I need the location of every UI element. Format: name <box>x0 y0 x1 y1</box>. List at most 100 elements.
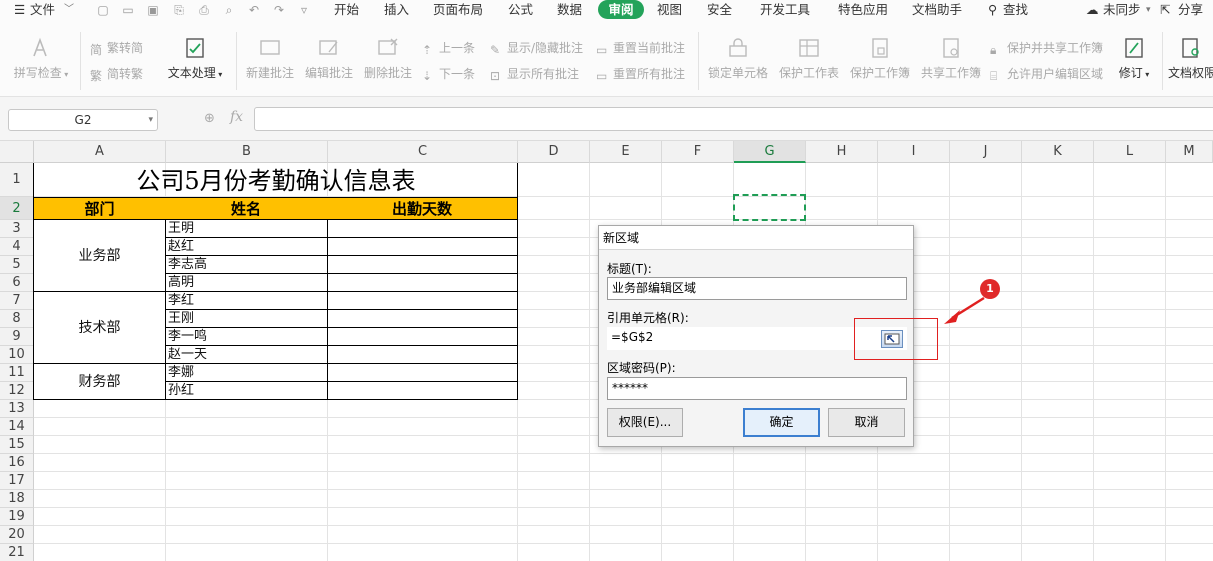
column-header-k[interactable]: K <box>1022 141 1094 163</box>
row-header-11[interactable]: 11 <box>0 364 34 382</box>
menu-file[interactable]: 文件 <box>30 2 55 18</box>
row-header-8[interactable]: 8 <box>0 310 34 328</box>
name-cell[interactable]: 王刚 <box>166 310 328 328</box>
tab-special[interactable]: 特色应用 <box>838 2 888 18</box>
name-cell[interactable]: 孙红 <box>166 382 328 400</box>
row-header-19[interactable]: 19 <box>0 508 34 526</box>
prev-comment-button[interactable]: ⇡ 上一条 <box>422 40 475 57</box>
department-cell[interactable]: 技术部 <box>34 292 166 364</box>
tab-developer[interactable]: 开发工具 <box>760 2 810 18</box>
customize-icon[interactable]: ▿ <box>297 3 311 17</box>
revise-button[interactable]: 修订 ▾ <box>1114 36 1154 81</box>
row-header-16[interactable]: 16 <box>0 454 34 472</box>
column-header-f[interactable]: F <box>662 141 734 163</box>
attendance-days-cell[interactable] <box>328 220 518 238</box>
department-cell[interactable]: 业务部 <box>34 220 166 292</box>
column-header-d[interactable]: D <box>518 141 590 163</box>
row-header-5[interactable]: 5 <box>0 256 34 274</box>
row-header-12[interactable]: 12 <box>0 382 34 400</box>
share-button[interactable]: 分享 <box>1178 2 1203 18</box>
selected-cell-g2[interactable] <box>733 194 806 221</box>
row-header-10[interactable]: 10 <box>0 346 34 364</box>
export-icon[interactable]: ⎘ <box>172 3 186 17</box>
row-header-3[interactable]: 3 <box>0 220 34 238</box>
attendance-days-cell[interactable] <box>328 382 518 400</box>
column-header-b[interactable]: B <box>166 141 328 163</box>
tab-page-layout[interactable]: 页面布局 <box>433 2 483 18</box>
header-attendance-days[interactable]: 出勤天数 <box>327 197 518 220</box>
tab-security[interactable]: 安全 <box>707 2 732 18</box>
delete-comment-button[interactable]: 删除批注 <box>361 36 415 81</box>
select-all-corner[interactable] <box>0 141 34 163</box>
sync-chevron-icon[interactable]: ▾ <box>1146 2 1151 18</box>
attendance-days-cell[interactable] <box>328 346 518 364</box>
show-hide-comment-button[interactable]: ✎ 显示/隐藏批注 <box>490 40 583 57</box>
name-box-dropdown-icon[interactable]: ▾ <box>148 110 153 130</box>
name-cell[interactable]: 王明 <box>166 220 328 238</box>
tab-review[interactable]: 审阅 <box>598 0 644 19</box>
row-header-17[interactable]: 17 <box>0 472 34 490</box>
attendance-days-cell[interactable] <box>328 256 518 274</box>
cancel-button[interactable]: 取消 <box>828 408 905 437</box>
row-header-1[interactable]: 1 <box>0 163 34 197</box>
tab-insert[interactable]: 插入 <box>384 2 409 18</box>
trad-to-simp-button[interactable]: 简繁转简 <box>90 40 143 57</box>
next-comment-button[interactable]: ⇣ 下一条 <box>422 66 475 83</box>
open-icon[interactable]: ▭ <box>121 3 135 17</box>
name-box[interactable]: G2 ▾ <box>8 109 158 131</box>
attendance-days-cell[interactable] <box>328 292 518 310</box>
column-header-i[interactable]: I <box>878 141 950 163</box>
row-header-21[interactable]: 21 <box>0 544 34 561</box>
new-comment-button[interactable]: 新建批注 <box>243 36 297 81</box>
sync-status[interactable]: 未同步 <box>1103 2 1141 18</box>
tab-view[interactable]: 视图 <box>657 2 682 18</box>
column-header-l[interactable]: L <box>1094 141 1166 163</box>
formula-input[interactable] <box>254 107 1213 131</box>
header-name[interactable]: 姓名 <box>165 197 328 220</box>
name-cell[interactable]: 李红 <box>166 292 328 310</box>
protect-share-workbook-button[interactable]: 🔒︎ 保护并共享工作簿 <box>990 40 1103 57</box>
row-header-15[interactable]: 15 <box>0 436 34 454</box>
name-cell[interactable]: 高明 <box>166 274 328 292</box>
attendance-days-cell[interactable] <box>328 328 518 346</box>
column-header-g[interactable]: G <box>734 141 806 163</box>
row-header-4[interactable]: 4 <box>0 238 34 256</box>
tab-home[interactable]: 开始 <box>334 2 359 18</box>
protect-sheet-button[interactable]: 保护工作表 <box>775 36 843 81</box>
reset-all-comments-button[interactable]: ▭ 重置所有批注 <box>596 66 685 83</box>
attendance-days-cell[interactable] <box>328 238 518 256</box>
department-cell[interactable]: 财务部 <box>34 364 166 400</box>
ok-button[interactable]: 确定 <box>743 408 820 437</box>
hamburger-icon[interactable]: ☰ <box>14 2 25 18</box>
column-header-m[interactable]: M <box>1166 141 1213 163</box>
row-header-20[interactable]: 20 <box>0 526 34 544</box>
row-header-14[interactable]: 14 <box>0 418 34 436</box>
attendance-days-cell[interactable] <box>328 364 518 382</box>
name-cell[interactable]: 赵红 <box>166 238 328 256</box>
search-icon[interactable]: ⚲ <box>988 2 997 18</box>
title-field[interactable]: 业务部编辑区域 <box>607 277 907 300</box>
tab-formulas[interactable]: 公式 <box>508 2 533 18</box>
column-header-j[interactable]: J <box>950 141 1022 163</box>
print-preview-icon[interactable]: ⌕ <box>222 3 236 17</box>
allow-user-edit-button[interactable]: ⌸ 允许用户编辑区域 <box>990 66 1103 83</box>
attendance-days-cell[interactable] <box>328 310 518 328</box>
simp-to-trad-button[interactable]: 繁简转繁 <box>90 66 143 83</box>
row-header-2[interactable]: 2 <box>0 197 34 220</box>
name-cell[interactable]: 李志高 <box>166 256 328 274</box>
name-cell[interactable]: 李娜 <box>166 364 328 382</box>
column-header-a[interactable]: A <box>34 141 166 163</box>
protect-workbook-button[interactable]: 保护工作簿 <box>846 36 914 81</box>
new-doc-icon[interactable]: ▢ <box>96 3 110 17</box>
print-icon[interactable]: ⎙ <box>197 3 211 17</box>
row-header-7[interactable]: 7 <box>0 292 34 310</box>
column-header-e[interactable]: E <box>590 141 662 163</box>
name-cell[interactable]: 赵一天 <box>166 346 328 364</box>
permission-button[interactable]: 权限(E)... <box>607 408 683 437</box>
lock-cell-button[interactable]: 锁定单元格 <box>704 36 772 81</box>
show-all-comments-button[interactable]: ⊡ 显示所有批注 <box>490 66 579 83</box>
password-field[interactable]: ****** <box>607 377 907 400</box>
undo-icon[interactable]: ↶ <box>247 3 261 17</box>
row-header-6[interactable]: 6 <box>0 274 34 292</box>
spell-check-button[interactable]: 拼写检查 ▾ <box>10 36 72 81</box>
